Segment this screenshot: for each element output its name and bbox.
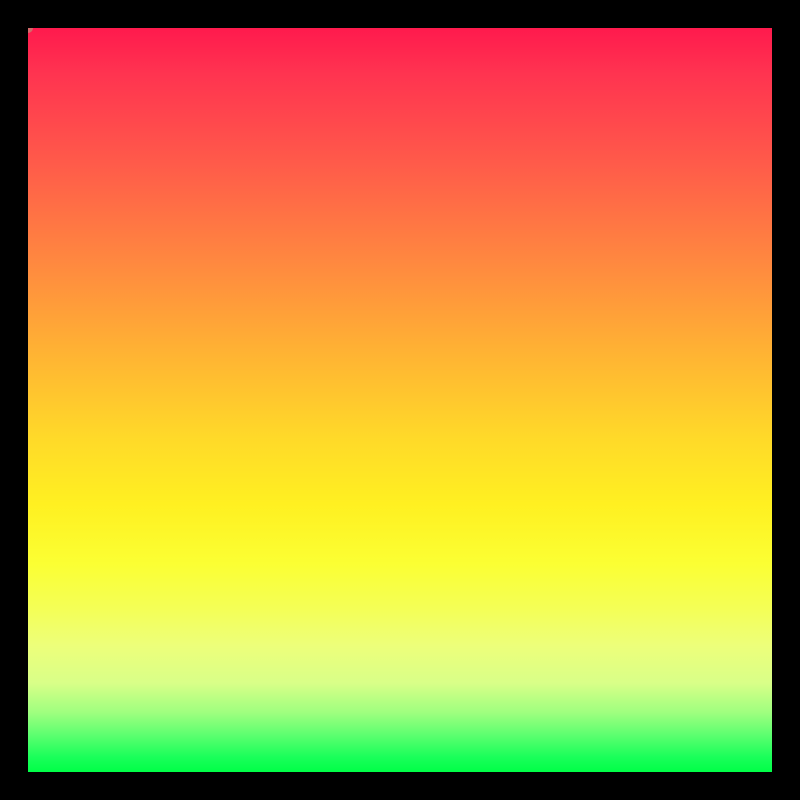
chart-frame bbox=[0, 0, 800, 800]
plot-area bbox=[28, 28, 772, 772]
highlight-point bbox=[28, 28, 33, 33]
curve-layer bbox=[28, 28, 772, 772]
